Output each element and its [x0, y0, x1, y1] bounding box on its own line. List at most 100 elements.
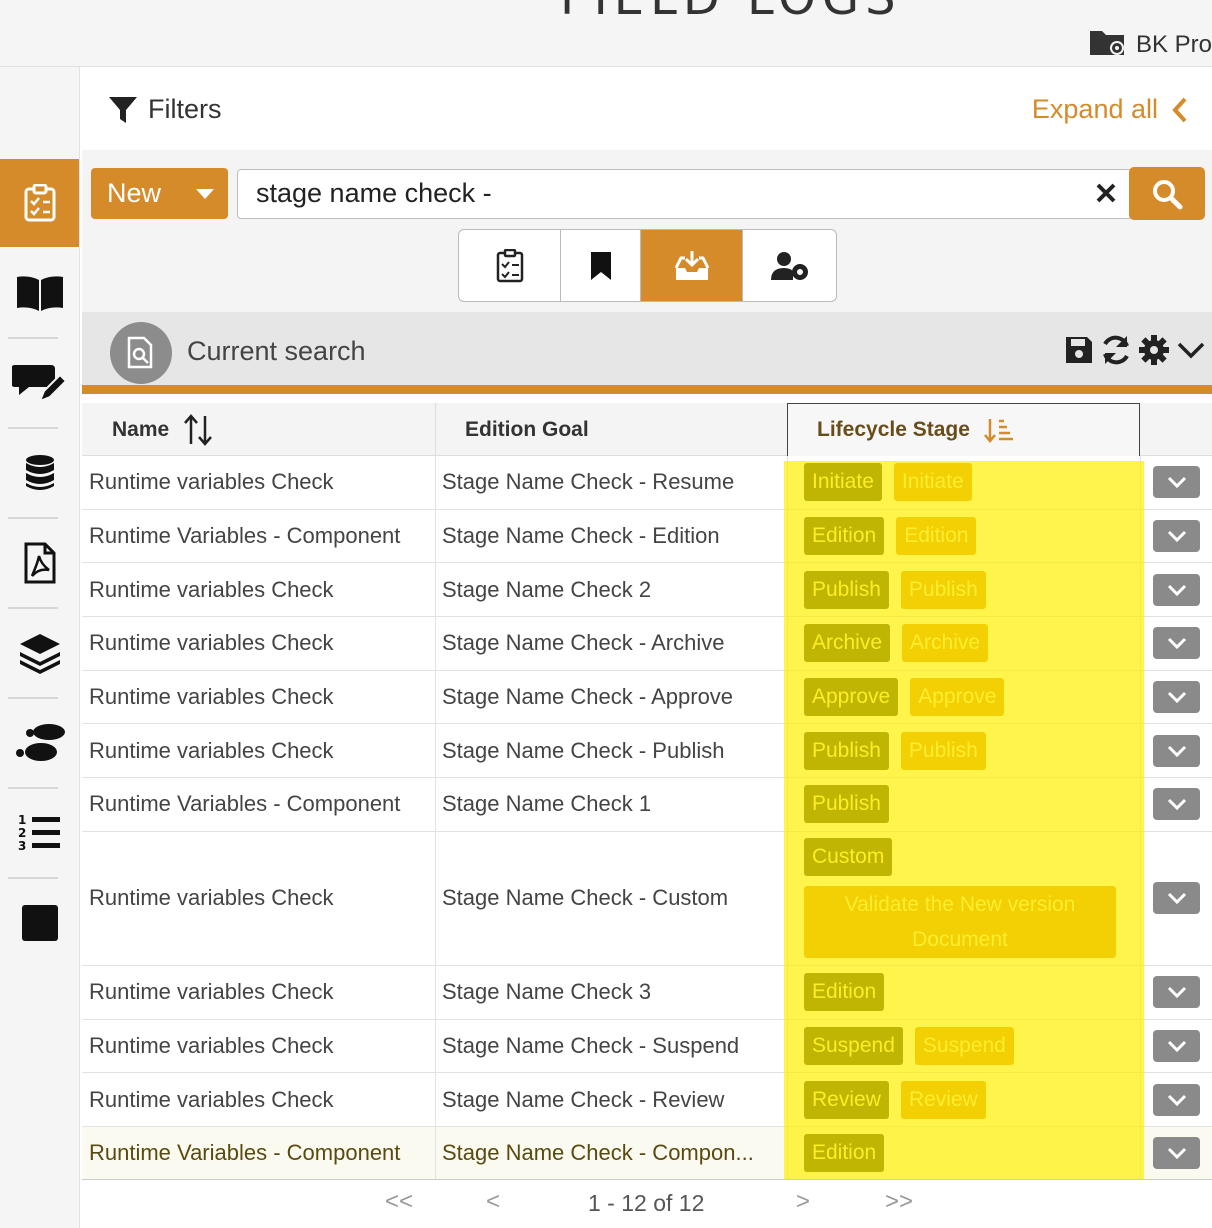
tab-tasks[interactable]: [459, 230, 561, 301]
row-expand-button[interactable]: [1153, 520, 1200, 553]
row-expand-button[interactable]: [1153, 627, 1200, 660]
clipboard-check-icon: [24, 184, 55, 222]
refresh-icon[interactable]: [1100, 334, 1132, 366]
table-row[interactable]: Runtime Variables - Component Stage Name …: [82, 1126, 1212, 1181]
chevron-down-icon: [1167, 584, 1186, 596]
stage-badge: Archive: [804, 624, 891, 663]
cell-edition-goal: Stage Name Check - Custom: [435, 831, 787, 965]
cell-name: Runtime variables Check: [89, 684, 334, 710]
cell-actions: [1140, 563, 1212, 617]
current-search-bar: Current search: [82, 312, 1212, 394]
cell-lifecycle-stage: Review Review: [787, 1073, 1140, 1126]
table-row[interactable]: Runtime variables Check Stage Name Check …: [82, 831, 1212, 966]
chevron-down-icon: [1167, 745, 1186, 757]
row-expand-button[interactable]: [1153, 976, 1200, 1009]
project-selector[interactable]: BK Pro: [1088, 28, 1212, 62]
cell-actions: [1140, 778, 1212, 831]
row-expand-button[interactable]: [1153, 734, 1200, 767]
sidebar-item-steps[interactable]: [0, 699, 79, 787]
sidebar-item-database[interactable]: [0, 429, 79, 517]
cell-edition-goal: Stage Name Check - Publish: [435, 724, 787, 778]
table-header: Name Edition Goal Lifecycle Stage: [82, 403, 1212, 456]
results-table: Name Edition Goal Lifecycle Stage Runtim…: [82, 403, 1212, 1181]
chevron-down-icon[interactable]: [1176, 340, 1206, 360]
folder-settings-icon: [1088, 27, 1128, 64]
search-button[interactable]: [1129, 167, 1205, 220]
search-input[interactable]: stage name check -: [237, 169, 1132, 219]
bookmark-icon: [590, 251, 611, 280]
sidebar-item-tasks[interactable]: [0, 159, 79, 247]
sidebar-item-list[interactable]: 1 2 3: [0, 789, 79, 877]
current-search-label: Current search: [187, 336, 366, 366]
row-expand-button[interactable]: [1153, 1029, 1200, 1062]
row-expand-button[interactable]: [1153, 882, 1200, 915]
filters-toggle[interactable]: Filters: [108, 94, 222, 125]
row-expand-button[interactable]: [1153, 573, 1200, 606]
table-row[interactable]: Runtime variables Check Stage Name Check …: [82, 563, 1212, 618]
row-expand-button[interactable]: [1153, 466, 1200, 499]
cell-lifecycle-stage: Publish: [787, 778, 1140, 831]
tab-user-settings[interactable]: [743, 230, 836, 301]
table-body: Runtime variables Check Stage Name Check …: [82, 456, 1212, 1181]
save-icon[interactable]: [1064, 335, 1094, 365]
table-row[interactable]: Runtime Variables - Component Stage Name …: [82, 509, 1212, 564]
cell-actions: [1140, 965, 1212, 1019]
table-row[interactable]: Runtime Variables - Component Stage Name …: [82, 778, 1212, 832]
row-expand-button[interactable]: [1153, 1137, 1200, 1170]
table-row[interactable]: Runtime variables Check Stage Name Check …: [82, 670, 1212, 725]
tab-bookmarks[interactable]: [561, 230, 641, 301]
chevron-down-icon: [1167, 1094, 1186, 1106]
filters-bar: Filters Expand all: [82, 70, 1212, 150]
cell-lifecycle-stage: Publish Publish: [787, 563, 1140, 617]
cell-actions: [1140, 670, 1212, 724]
table-row[interactable]: Runtime variables Check Stage Name Check …: [82, 965, 1212, 1020]
column-header-stage[interactable]: Lifecycle Stage: [787, 403, 1140, 456]
sidebar-item-library[interactable]: [0, 249, 79, 337]
sidebar-item-layers[interactable]: [0, 609, 79, 697]
tab-inbox[interactable]: [641, 230, 743, 301]
last-page-button[interactable]: >>: [885, 1188, 913, 1216]
cell-lifecycle-stage: Suspend Suspend: [787, 1019, 1140, 1073]
pagination: << < 1 - 12 of 12 > >>: [82, 1179, 1212, 1228]
cell-edition-goal: Stage Name Check - Approve: [435, 670, 787, 724]
clear-icon[interactable]: [1095, 182, 1117, 209]
row-expand-button[interactable]: [1153, 788, 1200, 821]
table-row[interactable]: Runtime variables Check Stage Name Check …: [82, 1073, 1212, 1127]
search-document-icon: [110, 322, 172, 384]
expand-all-button[interactable]: Expand all: [1032, 94, 1188, 125]
table-row[interactable]: Runtime variables Check Stage Name Check …: [82, 724, 1212, 779]
footsteps-icon: [15, 724, 65, 761]
table-row[interactable]: Runtime variables Check Stage Name Check …: [82, 456, 1212, 510]
search-area: New stage name check -: [82, 150, 1212, 312]
row-expand-button[interactable]: [1153, 681, 1200, 714]
new-button[interactable]: New: [91, 168, 228, 219]
stage-badge: Edition: [804, 517, 885, 556]
stage-badge: Review: [900, 1080, 986, 1119]
column-header-goal[interactable]: Edition Goal: [435, 403, 787, 456]
table-row[interactable]: Runtime variables Check Stage Name Check …: [82, 617, 1212, 671]
stage-badge: Approve: [804, 678, 899, 717]
first-page-button[interactable]: <<: [385, 1188, 413, 1216]
column-header-name[interactable]: Name: [112, 403, 432, 456]
view-tabs: [458, 229, 837, 302]
next-page-button[interactable]: >: [796, 1188, 810, 1216]
caret-down-icon: [196, 189, 214, 199]
sidebar-item-pdf[interactable]: [0, 519, 79, 607]
cell-name: Runtime Variables - Component: [89, 523, 401, 549]
inbox-download-icon: [674, 250, 709, 280]
column-stage-label: Lifecycle Stage: [817, 418, 970, 441]
column-goal-label: Edition Goal: [465, 417, 589, 441]
cell-edition-goal: Stage Name Check 2: [435, 563, 787, 617]
prev-page-button[interactable]: <: [486, 1188, 500, 1216]
cell-lifecycle-stage: Edition: [787, 1126, 1140, 1180]
sidebar-item-stop[interactable]: [0, 879, 79, 967]
sidebar-item-comments[interactable]: [0, 339, 79, 427]
gear-icon[interactable]: [1138, 334, 1170, 366]
table-row[interactable]: Runtime variables Check Stage Name Check …: [82, 1019, 1212, 1074]
row-expand-button[interactable]: [1153, 1083, 1200, 1116]
cell-name: Runtime variables Check: [89, 885, 334, 911]
cell-edition-goal: Stage Name Check 3: [435, 965, 787, 1019]
cell-lifecycle-stage: Edition Edition: [787, 509, 1140, 563]
cell-name: Runtime variables Check: [89, 979, 334, 1005]
filter-icon: [109, 96, 137, 123]
